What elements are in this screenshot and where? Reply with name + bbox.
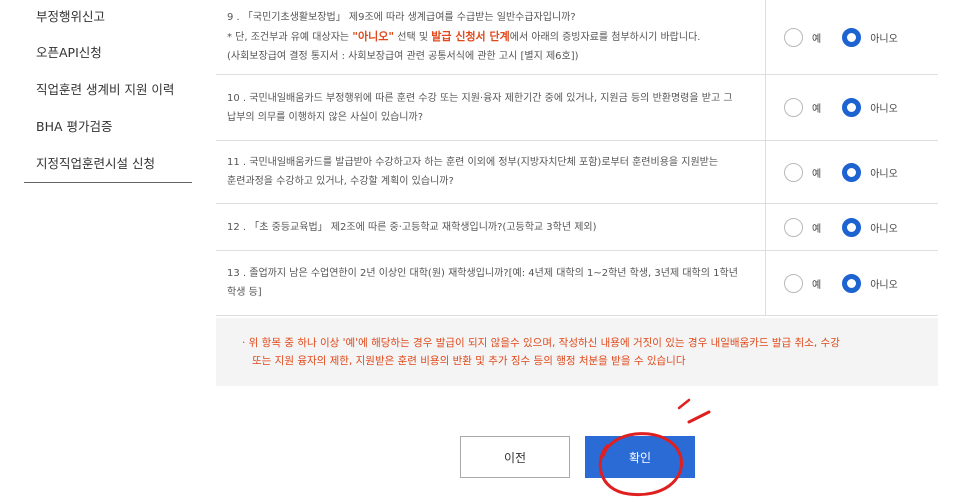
sidebar-item-fraud-report[interactable]: 부정행위신고 [24, 0, 192, 34]
option-yes-label: 예 [812, 33, 822, 45]
radio-no[interactable] [842, 27, 862, 47]
answer-options: 예 아니오 [766, 0, 938, 74]
answer-options: 예 아니오 [766, 141, 938, 203]
option-no[interactable]: 아니오 [842, 162, 898, 182]
question-line: 훈련과정을 수강하고 있거나, 수강할 계획이 있습니까? [227, 176, 454, 187]
option-yes[interactable]: 예 [784, 217, 822, 237]
question-line: 11 . 국민내일배움카드를 발급받아 수강하고자 하는 훈련 이외에 정부(지… [227, 157, 719, 168]
question-text: 13 . 졸업까지 남은 수업연한이 2년 이상인 대학(원) 재학생입니까?[… [216, 251, 766, 315]
answer-options: 예 아니오 [766, 75, 938, 140]
option-yes-label: 예 [812, 279, 822, 291]
option-yes[interactable]: 예 [784, 98, 821, 117]
sidebar-item-designated-facility[interactable]: 지정직업훈련시설 신청 [24, 145, 192, 182]
question-line: 12 . 「초 중등교육법」 제2조에 따른 중·고등학교 재학생입니까?(고등… [227, 221, 597, 233]
question-line: * 단, 조건부과 유예 대상자는 "아니오" 선택 및 발급 신청서 단계에서… [227, 27, 755, 47]
radio-no[interactable] [842, 98, 862, 117]
highlight-stage: 발급 신청서 단계 [431, 30, 510, 43]
radio-yes[interactable] [784, 273, 803, 293]
warning-notice: · 위 항목 중 하나 이상 '예'에 해당하는 경우 발급이 되지 않을수 있… [216, 318, 938, 386]
radio-no[interactable] [842, 162, 862, 182]
option-yes[interactable]: 예 [784, 27, 822, 47]
questionnaire-table: 9 . 「국민기초생활보장법」 제9조에 따라 생계급여를 수급받는 일반수급자… [216, 0, 938, 316]
option-no[interactable]: 아니오 [842, 27, 898, 47]
sidebar-item-bha-evaluation[interactable]: BHA 평가검증 [24, 108, 192, 145]
prev-button[interactable]: 이전 [460, 436, 570, 478]
question-line: 13 . 졸업까지 남은 수업연한이 2년 이상인 대학(원) 재학생입니까?[… [227, 268, 738, 279]
answer-options: 예 아니오 [766, 204, 938, 250]
sidebar-item-training-living-cost[interactable]: 직업훈련 생계비 지원 이력 [24, 71, 192, 108]
option-no-label: 아니오 [870, 104, 898, 115]
question-text: 10 . 국민내일배움카드 부정행위에 따른 훈련 수강 또는 지원·융자 제한… [216, 75, 766, 140]
radio-yes[interactable] [784, 27, 803, 47]
radio-yes[interactable] [784, 98, 803, 117]
option-yes-label: 예 [812, 168, 822, 180]
radio-yes[interactable] [784, 217, 803, 237]
question-text: 12 . 「초 중등교육법」 제2조에 따른 중·고등학교 재학생입니까?(고등… [216, 204, 766, 250]
notice-line: 또는 지원 융자의 제한, 지원받은 훈련 비용의 반환 및 추가 징수 등의 … [252, 355, 686, 367]
sidebar-item-open-api[interactable]: 오픈API신청 [24, 34, 192, 71]
question-line: 9 . 「국민기초생활보장법」 제9조에 따라 생계급여를 수급받는 일반수급자… [227, 12, 576, 23]
question-row-13: 13 . 졸업까지 남은 수업연한이 2년 이상인 대학(원) 재학생입니까?[… [216, 251, 938, 316]
radio-no[interactable] [842, 273, 862, 293]
option-yes-label: 예 [812, 223, 822, 235]
question-text: 9 . 「국민기초생활보장법」 제9조에 따라 생계급여를 수급받는 일반수급자… [216, 0, 766, 74]
option-no[interactable]: 아니오 [842, 273, 898, 293]
question-note: * 단, 조건부과 유예 대상자는 [227, 32, 353, 43]
question-row-11: 11 . 국민내일배움카드를 발급받아 수강하고자 하는 훈련 이외에 정부(지… [216, 141, 938, 204]
question-row-10: 10 . 국민내일배움카드 부정행위에 따른 훈련 수강 또는 지원·융자 제한… [216, 75, 938, 141]
option-no-label: 아니오 [870, 279, 898, 291]
option-yes-label: 예 [812, 104, 822, 115]
question-note: 선택 및 [394, 32, 432, 43]
question-line: (사회보장급여 결정 통지서 : 사회보장급여 관련 공통서식에 관한 고시 [… [227, 51, 579, 62]
notice-text: · 위 항목 중 하나 이상 '예'에 해당하는 경우 발급이 되지 않을수 있… [242, 334, 840, 370]
radio-no[interactable] [842, 217, 862, 237]
question-text: 11 . 국민내일배움카드를 발급받아 수강하고자 하는 훈련 이외에 정부(지… [216, 141, 766, 203]
option-no[interactable]: 아니오 [842, 98, 898, 117]
option-no-label: 아니오 [870, 33, 898, 45]
option-no-label: 아니오 [870, 223, 898, 235]
answer-options: 예 아니오 [766, 251, 938, 315]
option-no-label: 아니오 [870, 168, 898, 180]
question-row-9: 9 . 「국민기초생활보장법」 제9조에 따라 생계급여를 수급받는 일반수급자… [216, 0, 938, 75]
radio-yes[interactable] [784, 162, 803, 182]
question-row-12: 12 . 「초 중등교육법」 제2조에 따른 중·고등학교 재학생입니까?(고등… [216, 204, 938, 251]
option-yes[interactable]: 예 [784, 162, 822, 182]
confirm-button[interactable]: 확인 [585, 436, 695, 478]
highlight-no: "아니오" [352, 30, 395, 43]
notice-line: · 위 항목 중 하나 이상 '예'에 해당하는 경우 발급이 되지 않을수 있… [242, 337, 840, 349]
question-note: 에서 아래의 증빙자료를 첨부하시기 바랍니다. [509, 32, 701, 43]
option-yes[interactable]: 예 [784, 273, 822, 293]
question-line: 납부의 의무를 이행하지 않은 사실이 있습니까? [227, 111, 424, 123]
question-line: 10 . 국민내일배움카드 부정행위에 따른 훈련 수강 또는 지원·융자 제한… [227, 92, 733, 104]
question-line: 학생 등] [227, 287, 262, 298]
sidebar-menu: 부정행위신고 오픈API신청 직업훈련 생계비 지원 이력 BHA 평가검증 지… [24, 0, 192, 183]
option-no[interactable]: 아니오 [842, 217, 898, 237]
